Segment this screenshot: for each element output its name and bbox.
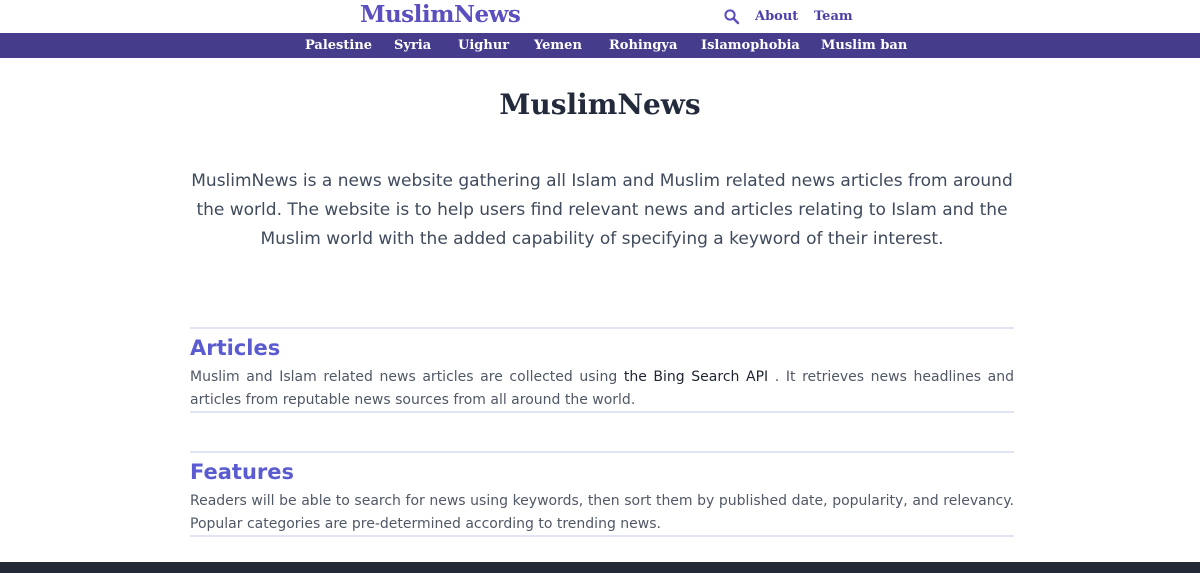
nav-item-rohingya[interactable]: Rohingya (609, 33, 677, 58)
nav-item-yemen[interactable]: Yemen (534, 33, 582, 58)
articles-text-before: Muslim and Islam related news articles a… (190, 369, 624, 385)
section-divider (190, 535, 1014, 537)
team-link[interactable]: Team (814, 8, 853, 26)
features-heading: Features (190, 460, 294, 484)
nav-item-uighur[interactable]: Uighur (458, 33, 509, 58)
nav-item-palestine[interactable]: Palestine (305, 33, 372, 58)
site-description: MuslimNews is a news website gathering a… (191, 171, 1013, 249)
page-title: MuslimNews (499, 88, 701, 121)
nav-item-syria[interactable]: Syria (394, 33, 431, 58)
nav-item-muslim-ban[interactable]: Muslim ban (821, 33, 907, 58)
search-icon[interactable] (723, 8, 741, 26)
category-nav: Palestine Syria Uighur Yemen Rohingya Is… (0, 33, 1200, 58)
brand-logo[interactable]: MuslimNews (360, 0, 521, 32)
section-divider (190, 451, 1014, 453)
articles-description: Muslim and Islam related news articles a… (190, 366, 1014, 412)
bing-search-api-link[interactable]: the Bing Search API (624, 369, 768, 385)
section-divider (190, 411, 1014, 413)
top-header: MuslimNews About Team (0, 0, 1200, 33)
about-link[interactable]: About (755, 8, 798, 26)
footer-bar (0, 562, 1200, 573)
features-description: Readers will be able to search for news … (190, 493, 1014, 532)
nav-item-islamophobia[interactable]: Islamophobia (701, 33, 800, 58)
section-divider (190, 327, 1014, 329)
articles-heading: Articles (190, 336, 281, 360)
